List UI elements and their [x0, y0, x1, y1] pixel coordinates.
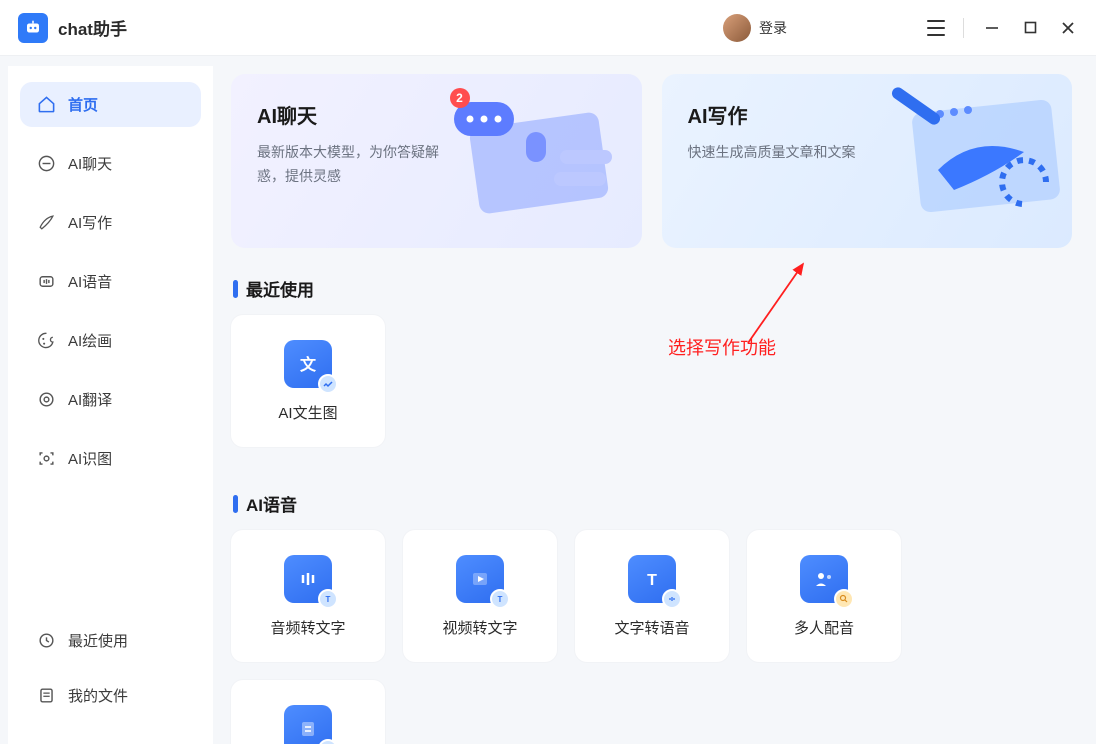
chat-illustration: 2: [444, 84, 634, 234]
home-icon: [36, 95, 56, 115]
chat-badge: 2: [450, 88, 470, 108]
svg-text:T: T: [647, 572, 657, 589]
tile-text2speech[interactable]: 文本转语音: [231, 680, 385, 744]
sidebar-item-label: AI识图: [68, 448, 112, 469]
sidebar-item-label: AI绘画: [68, 330, 112, 351]
text2image-icon: 文: [284, 340, 332, 388]
minimize-button[interactable]: [982, 18, 1002, 38]
close-button[interactable]: [1058, 18, 1078, 38]
hero-write-desc: 快速生成高质量文章和文案: [688, 141, 878, 165]
svg-text:T: T: [326, 595, 331, 604]
pen-icon: [36, 213, 56, 233]
sidebar-item-label: 最近使用: [68, 630, 128, 651]
sidebar-item-recent[interactable]: 最近使用: [20, 618, 201, 663]
hero-card-chat[interactable]: AI聊天 最新版本大模型，为你答疑解惑，提供灵感 2: [231, 74, 642, 248]
hero-chat-desc: 最新版本大模型，为你答疑解惑，提供灵感: [257, 141, 447, 189]
app-title: chat助手: [58, 15, 127, 40]
sidebar-item-label: AI翻译: [68, 389, 112, 410]
sidebar-item-home[interactable]: 首页: [20, 82, 201, 127]
window-controls: [963, 18, 1078, 38]
sidebar-item-translate[interactable]: AI翻译: [20, 377, 201, 422]
hamburger-menu-icon[interactable]: [927, 15, 953, 41]
sidebar-item-chat[interactable]: AI聊天: [20, 141, 201, 186]
sidebar: 首页 AI聊天 AI写作 AI语音 AI绘画 AI翻译 AI识图: [8, 66, 213, 744]
sidebar-item-label: AI聊天: [68, 153, 112, 174]
avatar[interactable]: [723, 14, 751, 42]
section-audio-head: AI语音: [233, 491, 1072, 516]
login-button[interactable]: 登录: [759, 18, 787, 38]
voice-icon: [36, 272, 56, 292]
clock-icon: [36, 631, 56, 651]
video-icon: T: [456, 555, 504, 603]
maximize-button[interactable]: [1020, 18, 1040, 38]
sidebar-item-label: 首页: [68, 94, 98, 115]
sidebar-item-draw[interactable]: AI绘画: [20, 318, 201, 363]
write-illustration: [874, 84, 1064, 234]
section-audio-title: AI语音: [246, 491, 297, 516]
tile-multi-dub[interactable]: 多人配音: [747, 530, 901, 662]
translate-icon: [36, 390, 56, 410]
svg-text:文: 文: [300, 355, 317, 374]
tile-label: 视频转文字: [442, 617, 517, 638]
chat-icon: [36, 154, 56, 174]
tile-label: 音频转文字: [270, 617, 345, 638]
svg-text:T: T: [498, 595, 503, 604]
sidebar-item-files[interactable]: 我的文件: [20, 673, 201, 718]
app-logo-icon: [18, 13, 48, 43]
tile-label: 文字转语音: [614, 617, 689, 638]
doc-icon: [284, 705, 332, 744]
sidebar-item-label: AI语音: [68, 271, 112, 292]
section-bar-icon: [233, 495, 238, 513]
tile-video2text[interactable]: T 视频转文字: [403, 530, 557, 662]
section-bar-icon: [233, 280, 238, 298]
main-content: AI聊天 最新版本大模型，为你答疑解惑，提供灵感 2 AI写作 快速: [213, 56, 1096, 744]
tile-label: AI文生图: [278, 402, 337, 423]
sidebar-item-label: AI写作: [68, 212, 112, 233]
tile-text2image[interactable]: 文 AI文生图: [231, 315, 385, 447]
titlebar: chat助手 登录: [0, 0, 1096, 56]
sidebar-item-voice[interactable]: AI语音: [20, 259, 201, 304]
sidebar-item-label: 我的文件: [68, 685, 128, 706]
section-recent-title: 最近使用: [246, 276, 314, 301]
palette-icon: [36, 331, 56, 351]
audio-wave-icon: T: [284, 555, 332, 603]
sidebar-item-recognize[interactable]: AI识图: [20, 436, 201, 481]
users-icon: [800, 555, 848, 603]
tile-audio2text[interactable]: T 音频转文字: [231, 530, 385, 662]
tile-label: 多人配音: [794, 617, 854, 638]
file-icon: [36, 686, 56, 706]
section-recent-head: 最近使用: [233, 276, 1072, 301]
scan-icon: [36, 449, 56, 469]
tile-text2voice[interactable]: T 文字转语音: [575, 530, 729, 662]
t-icon: T: [628, 555, 676, 603]
hero-card-write[interactable]: AI写作 快速生成高质量文章和文案: [662, 74, 1073, 248]
sidebar-item-write[interactable]: AI写作: [20, 200, 201, 245]
